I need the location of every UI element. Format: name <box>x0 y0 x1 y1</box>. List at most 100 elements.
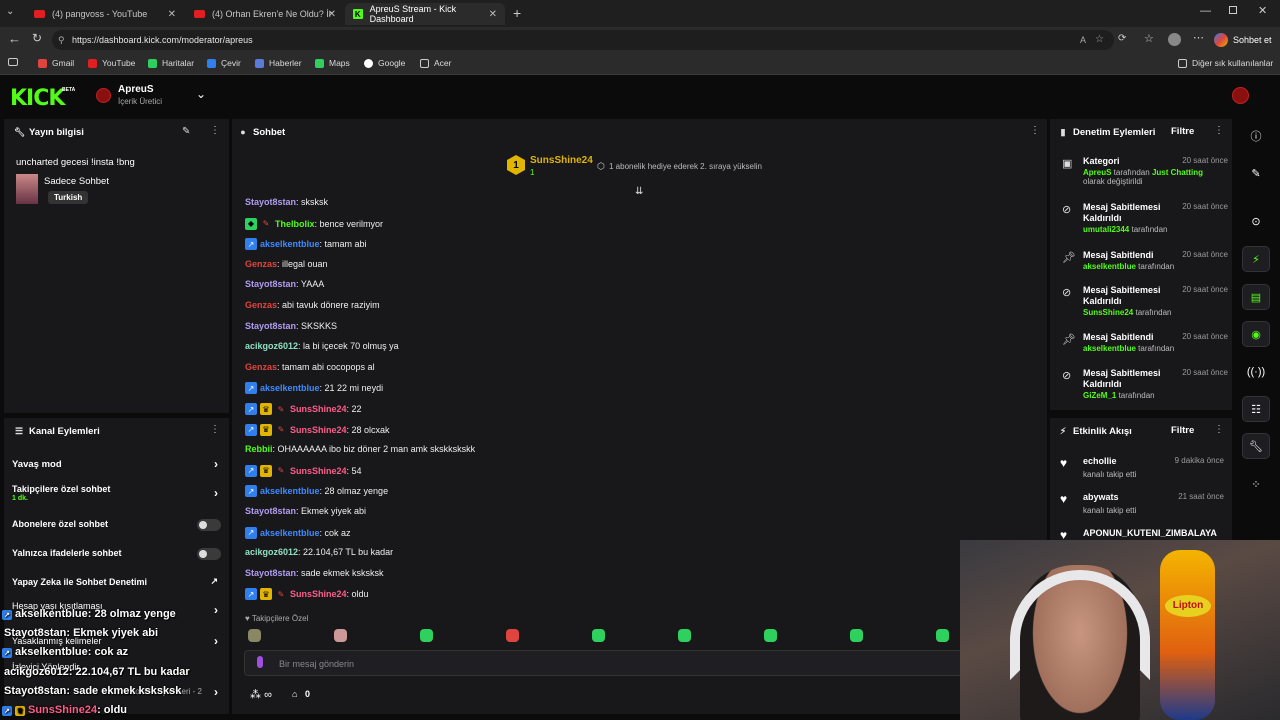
category-name[interactable]: Sadece Sohbet <box>44 176 109 187</box>
extensions-icon[interactable]: ⟳ <box>1118 33 1126 44</box>
favorite-star-icon[interactable]: ☆ <box>1095 30 1104 50</box>
chat-message[interactable]: Stayot8stan: sade ekmek ksksksk <box>245 568 384 578</box>
new-tab-icon[interactable]: + <box>513 5 521 21</box>
close-tab-icon[interactable]: ✕ <box>489 9 497 20</box>
activity-item[interactable]: ♥ echollie kanalı takip etti 9 dakika ön… <box>1058 456 1224 486</box>
emote-button[interactable] <box>850 629 863 642</box>
chat-message[interactable]: acikgoz6012: 22.104,67 TL bu kadar <box>245 547 393 557</box>
url-field[interactable]: ⚲ https://dashboard.kick.com/moderator/a… <box>52 30 1114 50</box>
chat-icon[interactable]: ◉ <box>1242 321 1270 347</box>
site-info-icon[interactable]: ⚲ <box>58 30 65 50</box>
chat-username[interactable]: SunsShine24 <box>290 466 347 476</box>
chat-username[interactable]: Genzas <box>245 300 277 310</box>
channel-switcher-chevron-icon[interactable]: ⌄ <box>196 87 206 101</box>
mod-filter-button[interactable]: Filtre <box>1171 126 1194 137</box>
chat-footer-gift[interactable]: ⌂ 0 <box>292 689 310 699</box>
copilot-button[interactable]: Sohbet et <box>1214 31 1272 49</box>
tab-youtube-1[interactable]: (4) pangvoss - YouTube ✕ <box>26 3 184 25</box>
chat-input[interactable]: Bir mesaj gönderin <box>244 650 1034 676</box>
chat-message[interactable]: Genzas: tamam abi cocopops al <box>245 362 375 372</box>
close-window-icon[interactable]: ✕ <box>1258 4 1267 17</box>
bookmark-haberler[interactable]: Haberler <box>255 58 302 68</box>
chat-message[interactable]: ↗ akselkentblue: cok az <box>245 526 351 539</box>
info-icon[interactable]: ⓘ <box>1242 123 1270 149</box>
chat-username[interactable]: Thelbolix <box>275 219 315 229</box>
kick-logo[interactable]: KICK <box>10 86 65 111</box>
activity-filter-button[interactable]: Filtre <box>1171 425 1194 436</box>
activity-user[interactable]: APONUN_KUTENI_ZIMBALAYA <box>1083 528 1217 538</box>
bookmark-google[interactable]: Google <box>364 58 405 68</box>
scroll-down-icon[interactable]: ⇊ <box>635 186 643 197</box>
chat-message[interactable]: Stayot8stan: YAAA <box>245 279 324 289</box>
chat-message[interactable]: acikgoz6012: la bi içecek 70 olmuş ya <box>245 341 399 351</box>
chat-username[interactable]: Stayot8stan <box>245 568 296 578</box>
emote-only-toggle[interactable] <box>197 548 221 560</box>
chat-message[interactable]: ↗ ♛ ✎ SunsShine24: oldu <box>245 588 369 601</box>
chat-username[interactable]: Stayot8stan <box>245 197 296 207</box>
chat-username[interactable]: Stayot8stan <box>245 506 296 516</box>
emote-only-row[interactable]: Yalnızca ifadelerle sohbet <box>12 548 224 560</box>
chat-username[interactable]: Stayot8stan <box>245 321 296 331</box>
close-tab-icon[interactable]: ✕ <box>168 9 176 20</box>
chat-username[interactable]: akselkentblue <box>260 528 320 538</box>
chat-message[interactable]: Stayot8stan: sksksk <box>245 197 328 207</box>
emote-button[interactable] <box>936 629 949 642</box>
tab-list-chevron-icon[interactable]: ⌄ <box>6 6 14 17</box>
more-options-icon[interactable]: ⋮ <box>1214 126 1224 136</box>
chat-username[interactable]: Genzas <box>245 362 277 372</box>
bookmark-haritalar[interactable]: Haritalar <box>148 58 194 68</box>
emote-button[interactable] <box>248 629 261 642</box>
chat-username[interactable]: SunsShine24 <box>290 425 347 435</box>
minimize-icon[interactable]: — <box>1200 5 1211 17</box>
chat-username[interactable]: acikgoz6012 <box>245 547 298 557</box>
emote-button[interactable] <box>764 629 777 642</box>
chat-username[interactable]: Genzas <box>245 259 277 269</box>
link-icon[interactable]: ⁘ <box>1242 471 1270 497</box>
edit-icon[interactable]: ✎ <box>182 126 190 137</box>
chat-message[interactable]: ↗ ♛ ✎ SunsShine24: 54 <box>245 464 362 477</box>
user-avatar[interactable] <box>1232 87 1249 104</box>
chat-message[interactable]: ↗ akselkentblue: 28 olmaz yenge <box>245 485 388 498</box>
slow-mode-row[interactable]: Yavaş mod › <box>12 457 224 471</box>
more-options-icon[interactable]: ⋮ <box>1214 425 1224 435</box>
emote-button[interactable] <box>334 629 347 642</box>
favorites-icon[interactable]: ☆ <box>1144 32 1154 45</box>
notes-icon[interactable]: ▤ <box>1242 284 1270 310</box>
chat-message[interactable]: Stayot8stan: Ekmek yiyek abi <box>245 506 366 516</box>
tab-actions-icon[interactable] <box>8 58 18 66</box>
activity-user[interactable]: echollie <box>1083 456 1117 466</box>
mic-icon[interactable] <box>257 656 263 668</box>
chat-username[interactable]: akselkentblue <box>260 239 320 249</box>
chat-message[interactable]: Genzas: illegal ouan <box>245 259 328 269</box>
chat-username[interactable]: akselkentblue <box>260 383 320 393</box>
more-options-icon[interactable]: ⋮ <box>210 425 220 435</box>
chat-footer-infinity[interactable]: ⁂ ∞ <box>250 688 272 701</box>
more-options-icon[interactable]: ⋮ <box>1030 126 1040 136</box>
bookmark-acer[interactable]: Acer <box>420 58 451 68</box>
emote-button[interactable] <box>506 629 519 642</box>
chat-message[interactable]: ↗ ♛ ✎ SunsShine24: 22 <box>245 403 362 415</box>
chat-username[interactable]: SunsShine24 <box>290 404 347 414</box>
chat-username[interactable]: Rebbii <box>245 444 273 454</box>
chat-message[interactable]: ◆ ✎ Thelbolix: bence verilmyor <box>245 217 383 230</box>
lightning-icon[interactable]: ⚡︎ <box>1242 246 1270 272</box>
bookmark-maps[interactable]: Maps <box>315 58 350 68</box>
bookmark-gmail[interactable]: Gmail <box>38 58 74 68</box>
chat-message[interactable]: ↗ ♛ ✎ SunsShine24: 28 olcxak <box>245 423 390 436</box>
activity-item[interactable]: ♥ abywats kanalı takip etti 21 saat önce <box>1058 492 1224 522</box>
close-tab-icon[interactable]: ✕ <box>328 9 336 20</box>
camera-icon[interactable]: ⊙ <box>1242 208 1270 234</box>
channel-avatar[interactable] <box>96 88 111 103</box>
chat-username[interactable]: akselkentblue <box>260 486 320 496</box>
other-bookmarks[interactable]: Diğer sık kullanılanlar <box>1178 58 1273 68</box>
chat-username[interactable]: acikgoz6012 <box>245 341 298 351</box>
chat-message[interactable]: ↗ akselkentblue: tamam abi <box>245 238 367 251</box>
more-menu-icon[interactable]: ⋯ <box>1193 31 1204 44</box>
leaderboard-user[interactable]: SunsShine24 <box>530 155 593 166</box>
wrench-icon[interactable]: 🔧︎ <box>1242 433 1270 459</box>
broadcast-icon[interactable]: ((·)) <box>1242 359 1270 385</box>
pencil-icon[interactable]: ✎ <box>1242 160 1270 186</box>
chat-message[interactable]: Stayot8stan: SKSKKS <box>245 321 337 331</box>
more-options-icon[interactable]: ⋮ <box>210 126 220 136</box>
refresh-icon[interactable]: ↻ <box>32 31 42 45</box>
